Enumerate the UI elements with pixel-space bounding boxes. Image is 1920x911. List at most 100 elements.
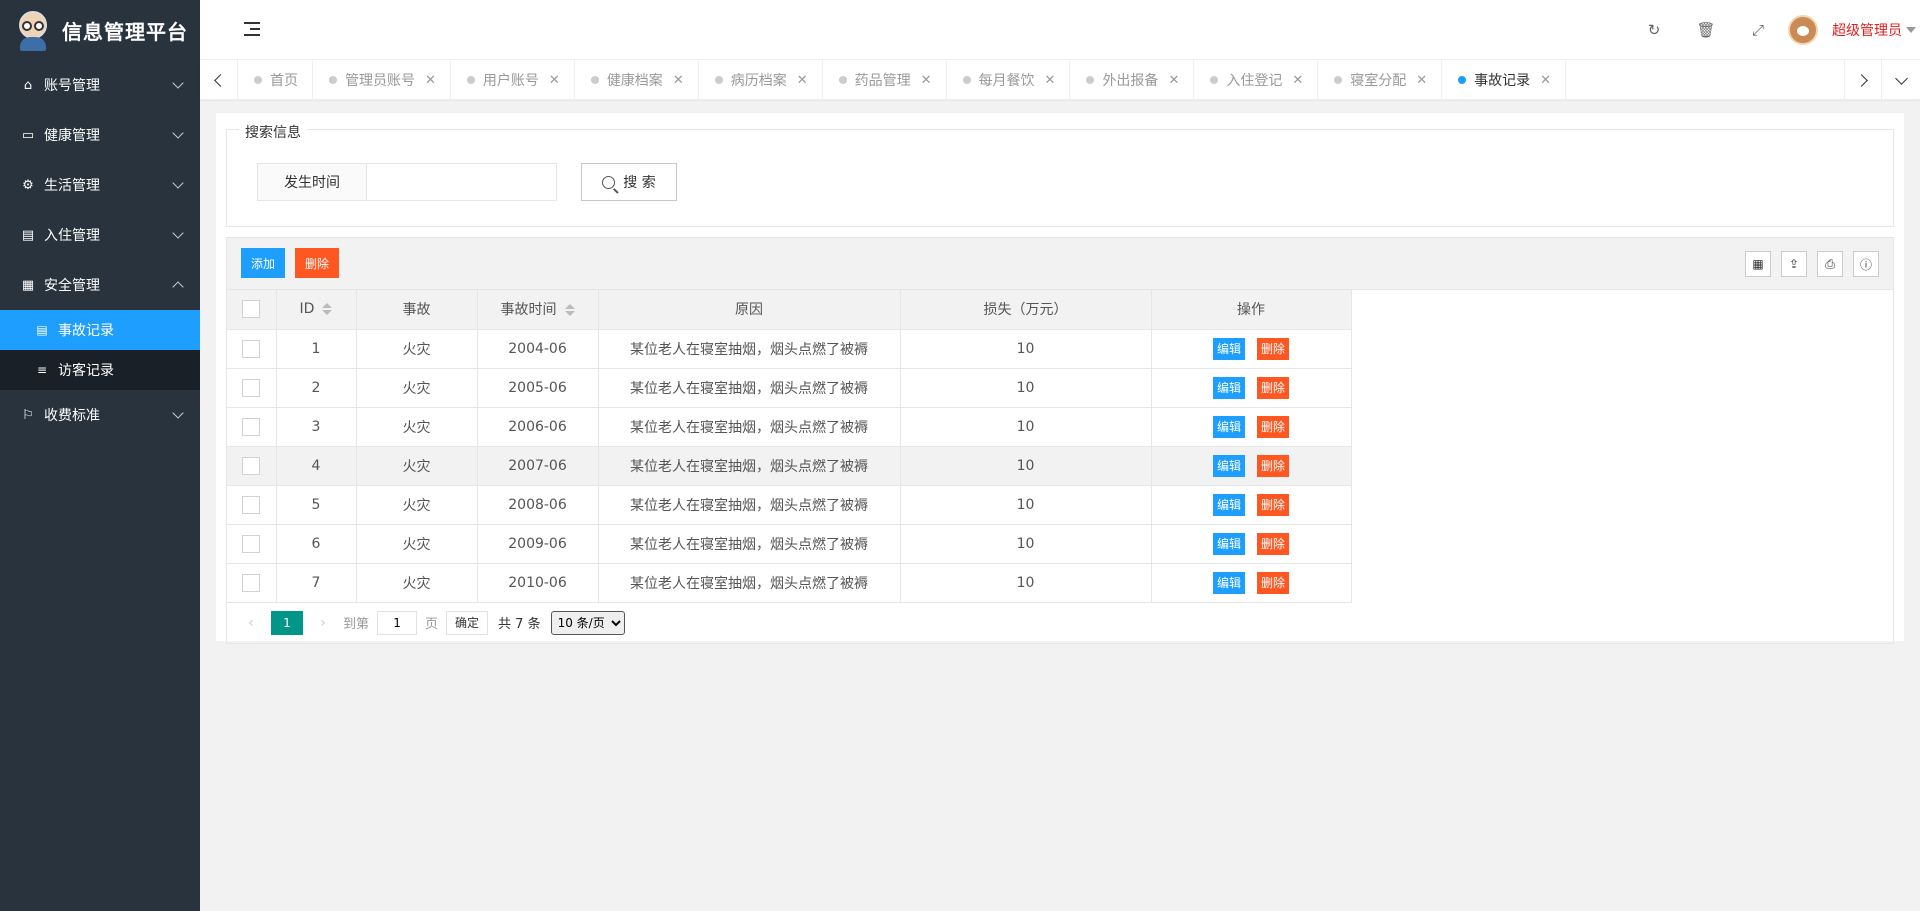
sidebar-item-security[interactable]: ▦ 安全管理 (0, 260, 200, 310)
sidebar-item-label: 健康管理 (44, 128, 100, 144)
search-button-label: 搜 索 (623, 175, 656, 191)
tab-medicine[interactable]: 药品管理 ✕ (823, 60, 947, 100)
chevron-down-icon (172, 127, 184, 139)
edit-button[interactable]: 编辑 (1212, 376, 1245, 399)
header-tools: ↻ 🗑 ⤢ 超级管理员 (1628, 0, 1920, 60)
row-delete-button[interactable]: 删除 (1257, 571, 1290, 594)
next-page-icon[interactable]: › (311, 615, 335, 631)
columns-filter-icon[interactable]: ▦ (1745, 251, 1771, 277)
close-icon[interactable]: ✕ (1292, 73, 1303, 88)
avatar[interactable] (1788, 15, 1818, 45)
edit-button[interactable]: 编辑 (1212, 454, 1245, 477)
tab-user-accounts[interactable]: 用户账号 ✕ (451, 60, 575, 100)
tab-outing-reports[interactable]: 外出报备 ✕ (1070, 60, 1195, 100)
row-checkbox[interactable] (242, 417, 261, 436)
row-checkbox[interactable] (242, 495, 261, 514)
close-icon[interactable]: ✕ (549, 73, 560, 88)
edit-button[interactable]: 编辑 (1212, 337, 1245, 360)
row-delete-button[interactable]: 删除 (1257, 493, 1290, 516)
col-time[interactable]: 事故时间 (477, 290, 599, 330)
row-checkbox[interactable] (242, 534, 261, 553)
close-icon[interactable]: ✕ (921, 73, 932, 88)
table-row[interactable]: 5 火灾 2008-06 某位老人在寝室抽烟，烟头点燃了被褥 10 编辑 删除 (227, 485, 1352, 525)
sidebar-item-health[interactable]: ▭ 健康管理 (0, 110, 200, 160)
add-button[interactable]: 添加 (241, 248, 286, 278)
table-row[interactable]: 2 火灾 2005-06 某位老人在寝室抽烟，烟头点燃了被褥 10 编辑 删除 (227, 368, 1352, 408)
close-icon[interactable]: ✕ (1416, 73, 1427, 88)
row-delete-button[interactable]: 删除 (1257, 454, 1290, 477)
edit-button[interactable]: 编辑 (1212, 415, 1245, 438)
cell-time: 2007-06 (477, 446, 599, 486)
close-icon[interactable]: ✕ (425, 73, 436, 88)
edit-button[interactable]: 编辑 (1212, 532, 1245, 555)
close-icon[interactable]: ✕ (1045, 73, 1056, 88)
row-delete-button[interactable]: 删除 (1257, 415, 1290, 438)
trash-icon[interactable]: 🗑 (1680, 21, 1732, 39)
cell-loss: 10 (900, 524, 1152, 564)
close-icon[interactable]: ✕ (673, 73, 684, 88)
edit-button[interactable]: 编辑 (1212, 571, 1245, 594)
table-row[interactable]: 4 火灾 2007-06 某位老人在寝室抽烟，烟头点燃了被褥 10 编辑 删除 (227, 446, 1352, 486)
tabs-scroll-left[interactable] (200, 60, 238, 100)
sidebar-item-label: 收费标准 (44, 408, 100, 424)
sidebar-subitem-accident-records[interactable]: ▤ 事故记录 (0, 310, 200, 350)
row-delete-button[interactable]: 删除 (1257, 376, 1290, 399)
close-icon[interactable]: ✕ (1168, 73, 1179, 88)
refresh-icon[interactable]: ↻ (1628, 21, 1680, 39)
cell-event: 火灾 (356, 368, 478, 408)
goto-page-input[interactable] (377, 610, 418, 635)
row-checkbox[interactable] (242, 378, 261, 397)
sidebar-toggle-icon[interactable] (244, 22, 260, 36)
close-icon[interactable]: ✕ (797, 73, 808, 88)
user-name[interactable]: 超级管理员 (1832, 20, 1902, 40)
tab-room-allocation[interactable]: 寝室分配 ✕ (1318, 60, 1443, 100)
row-checkbox[interactable] (242, 573, 261, 592)
delete-button[interactable]: 删除 (295, 248, 340, 278)
edit-button[interactable]: 编辑 (1212, 493, 1245, 516)
page-size-select[interactable]: 10 条/页 (550, 610, 625, 635)
tab-label: 药品管理 (854, 73, 911, 89)
sidebar-item-checkin[interactable]: ▤ 入住管理 (0, 210, 200, 260)
tab-label: 外出报备 (1102, 73, 1159, 89)
table-row[interactable]: 6 火灾 2009-06 某位老人在寝室抽烟，烟头点燃了被褥 10 编辑 删除 (227, 524, 1352, 564)
caret-down-icon[interactable] (1906, 27, 1916, 33)
export-icon[interactable]: ⇪ (1781, 251, 1807, 277)
sidebar-item-fees[interactable]: ⚐ 收费标准 (0, 390, 200, 440)
row-delete-button[interactable]: 删除 (1257, 532, 1290, 555)
time-field-input[interactable] (367, 163, 557, 201)
tabs-scroll-right[interactable] (1844, 60, 1882, 100)
current-page[interactable]: 1 (271, 610, 303, 635)
goto-confirm-button[interactable]: 确定 (446, 610, 489, 635)
sidebar-item-accounts[interactable]: ⌂ 账号管理 (0, 60, 200, 110)
table-row[interactable]: 3 火灾 2006-06 某位老人在寝室抽烟，烟头点燃了被褥 10 编辑 删除 (227, 407, 1352, 447)
table-row[interactable]: 1 火灾 2004-06 某位老人在寝室抽烟，烟头点燃了被褥 10 编辑 删除 (227, 329, 1352, 369)
tab-monthly-meals[interactable]: 每月餐饮 ✕ (947, 60, 1071, 100)
tab-checkin[interactable]: 入住登记 ✕ (1194, 60, 1319, 100)
info-icon[interactable]: ⓘ (1853, 251, 1879, 277)
row-checkbox[interactable] (242, 339, 261, 358)
row-delete-button[interactable]: 删除 (1257, 337, 1290, 360)
col-id[interactable]: ID (276, 290, 357, 330)
tab-admin-accounts[interactable]: 管理员账号 ✕ (313, 60, 451, 100)
table-row[interactable]: 7 火灾 2010-06 某位老人在寝室抽烟，烟头点燃了被褥 10 编辑 删除 (227, 563, 1352, 603)
cell-time: 2004-06 (477, 329, 599, 369)
print-icon[interactable]: ⎙ (1817, 251, 1843, 277)
search-button[interactable]: 搜 索 (581, 163, 677, 201)
tab-health-records[interactable]: 健康档案 ✕ (575, 60, 699, 100)
sort-icon[interactable] (564, 304, 575, 317)
sidebar-item-life[interactable]: ⚙ 生活管理 (0, 160, 200, 210)
tab-home[interactable]: 首页 (238, 60, 313, 100)
tab-medical-records[interactable]: 病历档案 ✕ (699, 60, 823, 100)
close-icon[interactable]: ✕ (1540, 73, 1551, 88)
cell-event: 火灾 (356, 524, 478, 564)
chevron-down-icon (1894, 71, 1908, 85)
tab-accident-records[interactable]: 事故记录 ✕ (1442, 60, 1567, 100)
row-checkbox[interactable] (242, 456, 261, 475)
prev-page-icon[interactable]: ‹ (239, 615, 263, 631)
sidebar-subitem-visitor-records[interactable]: ≡ 访客记录 (0, 350, 200, 390)
select-all-checkbox[interactable] (242, 300, 261, 319)
tabs-dropdown[interactable] (1882, 60, 1920, 100)
fullscreen-icon[interactable]: ⤢ (1732, 21, 1784, 39)
sort-icon[interactable] (322, 303, 333, 316)
cell-reason: 某位老人在寝室抽烟，烟头点燃了被褥 (598, 524, 901, 564)
